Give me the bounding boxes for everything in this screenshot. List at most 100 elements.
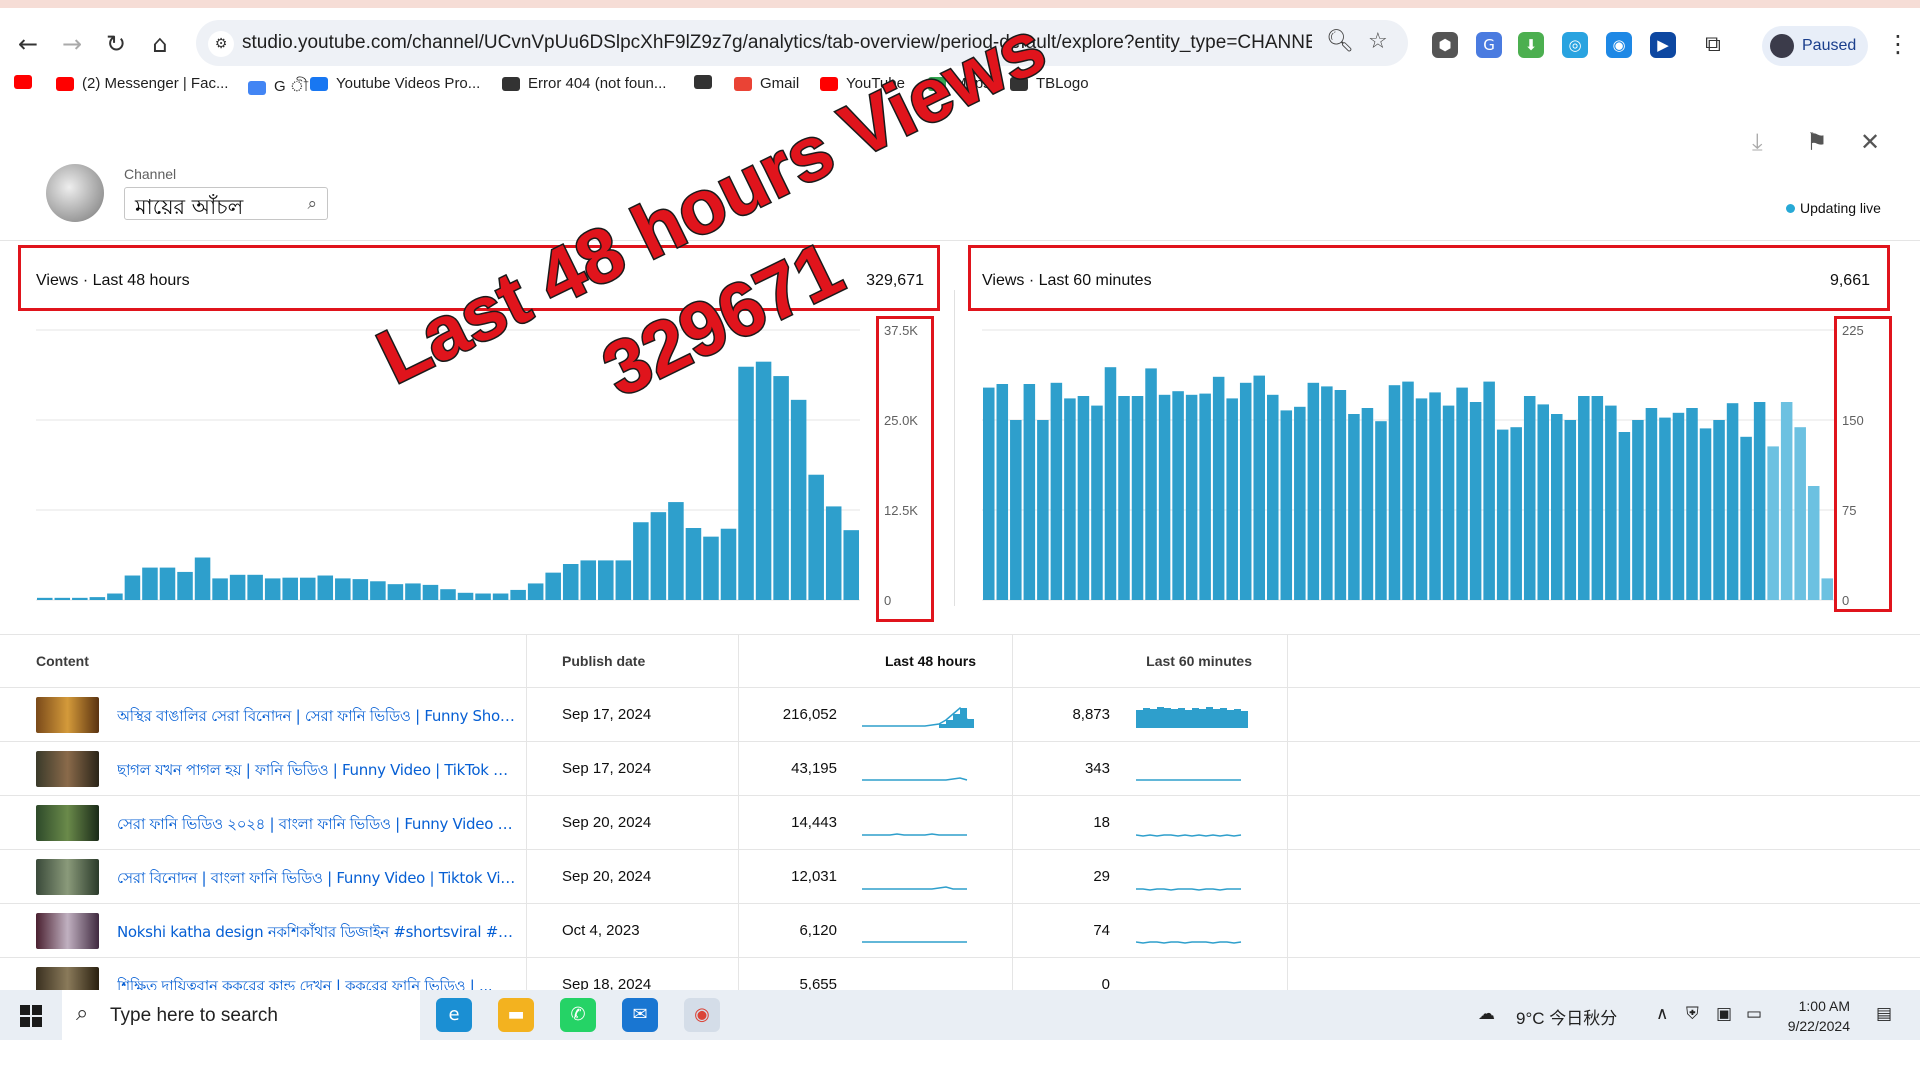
extension-icon-4[interactable]: ▶ <box>1650 32 1676 58</box>
video-title[interactable]: অস্থির বাঙালির সেরা বিনোদন | সেরা ফানি ভ… <box>117 705 517 730</box>
chart-bar[interactable] <box>1023 384 1036 600</box>
chart-bar[interactable] <box>1118 396 1130 600</box>
chart-bar[interactable] <box>1402 381 1414 600</box>
browser-menu-icon[interactable]: ⋮ <box>1886 30 1910 58</box>
chart-bar[interactable] <box>352 579 369 600</box>
bookmark-item[interactable]: G ী <box>248 75 308 100</box>
chart-bar[interactable] <box>996 384 1009 600</box>
chart-bar[interactable] <box>598 560 614 600</box>
device-icon[interactable]: ▣ <box>1716 1004 1732 1024</box>
chart-bar[interactable] <box>527 583 544 600</box>
video-thumbnail[interactable] <box>36 805 99 841</box>
channel-selector[interactable]: মায়ের আঁচল ⌕ <box>124 187 328 220</box>
video-title[interactable]: সেরা বিনোদন | বাংলা ফানি ভিডিও | Funny V… <box>117 867 517 892</box>
forward-icon[interactable]: → <box>54 26 90 62</box>
col-last-48-hours[interactable]: Last 48 hours <box>860 653 976 669</box>
notifications-icon[interactable]: ▤ <box>1876 1004 1892 1024</box>
back-icon[interactable]: ← <box>10 26 46 62</box>
chart-bar[interactable] <box>229 574 246 600</box>
chart-bar[interactable] <box>1415 398 1428 600</box>
chart-bar[interactable] <box>580 560 597 600</box>
chart-bar[interactable] <box>545 572 561 600</box>
chart-bar[interactable] <box>1713 420 1725 600</box>
chart-bar[interactable] <box>1740 436 1752 600</box>
chart-bar[interactable] <box>1077 396 1090 600</box>
chart-bar[interactable] <box>1767 446 1779 600</box>
chart-bar[interactable] <box>1794 427 1806 600</box>
video-thumbnail[interactable] <box>36 913 99 949</box>
table-row[interactable]: Nokshi katha design নকশিকাঁথার ডিজাইন #s… <box>0 904 1920 958</box>
chart-bar[interactable] <box>212 578 228 600</box>
chart-bar[interactable] <box>492 593 509 600</box>
edge-icon[interactable]: e <box>436 998 472 1032</box>
close-icon[interactable]: ✕ <box>1860 128 1880 156</box>
whatsapp-icon[interactable]: ✆ <box>560 998 596 1032</box>
chart-bar[interactable] <box>1185 394 1198 600</box>
extension-icon-3[interactable]: ◉ <box>1606 32 1632 58</box>
table-row[interactable]: শিক্ষিত দায়িত্ববান কুকুরের কান্ড দেখুন … <box>0 958 1920 990</box>
chart-bar[interactable] <box>755 361 772 600</box>
chart-bar[interactable] <box>1686 408 1698 600</box>
profile-button[interactable]: Paused <box>1762 26 1868 66</box>
chart-bar[interactable] <box>1510 427 1522 600</box>
chart-bar[interactable] <box>1037 420 1049 600</box>
chart-bar[interactable] <box>1158 394 1171 600</box>
chart-bar[interactable] <box>790 399 807 600</box>
bookmark-item[interactable]: YouTube <box>820 75 905 92</box>
chart-bar[interactable] <box>1469 402 1482 600</box>
chart-bar[interactable] <box>1145 368 1157 600</box>
chart-bar[interactable] <box>1483 381 1495 600</box>
chart-bar[interactable] <box>177 571 193 600</box>
chart-bar[interactable] <box>1551 414 1563 600</box>
chart-bar[interactable] <box>1429 392 1441 600</box>
table-row[interactable]: সেরা ফানি ভিডিও ২০২৪ | বাংলা ফানি ভিডিও … <box>0 796 1920 850</box>
file-explorer-icon[interactable]: ▬ <box>498 998 534 1032</box>
video-title[interactable]: শিক্ষিত দায়িত্ববান কুকুরের কান্ড দেখুন … <box>117 975 517 990</box>
home-icon[interactable]: ⌂ <box>142 26 178 62</box>
chart-bar[interactable] <box>843 530 859 600</box>
chart-bar[interactable] <box>1753 402 1766 600</box>
chart-bar[interactable] <box>1388 385 1401 600</box>
bookmark-item[interactable]: Error 404 (not foun... <box>502 75 666 92</box>
chart-bar[interactable] <box>1375 421 1387 600</box>
bookmark-item[interactable]: TBLogo <box>1010 75 1089 92</box>
chart-bar[interactable] <box>1537 404 1549 600</box>
download-icon[interactable]: ⤓ <box>1752 128 1763 156</box>
chart-bar[interactable] <box>1267 394 1279 600</box>
chart-bar[interactable] <box>1104 367 1117 600</box>
chart-bar[interactable] <box>668 502 684 600</box>
chart-bar[interactable] <box>1131 396 1144 600</box>
chart-bar[interactable] <box>1294 406 1306 600</box>
chart-bar[interactable] <box>1239 382 1252 600</box>
table-row[interactable]: সেরা বিনোদন | বাংলা ফানি ভিডিও | Funny V… <box>0 850 1920 904</box>
chart-bar[interactable] <box>317 575 334 600</box>
chrome-icon[interactable]: ◉ <box>684 998 720 1032</box>
bookmark-star-icon[interactable]: ☆ <box>1368 29 1388 54</box>
chart-bar[interactable] <box>124 575 141 600</box>
chart-bar[interactable] <box>1321 386 1333 600</box>
chart-bar[interactable] <box>650 512 667 600</box>
windows-start-icon[interactable] <box>20 1005 42 1027</box>
chart-bar[interactable] <box>1578 396 1590 600</box>
chart-bar[interactable] <box>1442 405 1455 600</box>
chart-bar[interactable] <box>1659 417 1671 600</box>
chart-bar[interactable] <box>1172 391 1184 600</box>
security-icon[interactable]: ⛨ <box>1686 1004 1699 1024</box>
col-last-60-minutes[interactable]: Last 60 minutes <box>1130 653 1252 669</box>
chart-bar[interactable] <box>282 577 298 600</box>
tray-chevron-icon[interactable]: ∧ <box>1656 1004 1668 1024</box>
weather-text[interactable]: 9°C 今日秋分 <box>1516 1004 1617 1029</box>
chart-bar[interactable] <box>1307 382 1320 600</box>
chart-bar[interactable] <box>703 536 719 600</box>
chart-bar[interactable] <box>1821 578 1833 600</box>
feedback-icon[interactable]: ⚑ <box>1806 128 1828 156</box>
chart-bar[interactable] <box>247 574 263 600</box>
chart-bar[interactable] <box>1253 375 1265 600</box>
chart-bar[interactable] <box>264 578 281 600</box>
chart-bar[interactable] <box>387 584 404 600</box>
extension-icon-2[interactable]: ◎ <box>1562 32 1588 58</box>
chart-bar[interactable] <box>1564 420 1577 600</box>
video-title[interactable]: Nokshi katha design নকশিকাঁথার ডিজাইন #s… <box>117 921 517 946</box>
mail-icon[interactable]: ✉ <box>622 998 658 1032</box>
search-icon[interactable]: ⌕ <box>307 194 317 214</box>
